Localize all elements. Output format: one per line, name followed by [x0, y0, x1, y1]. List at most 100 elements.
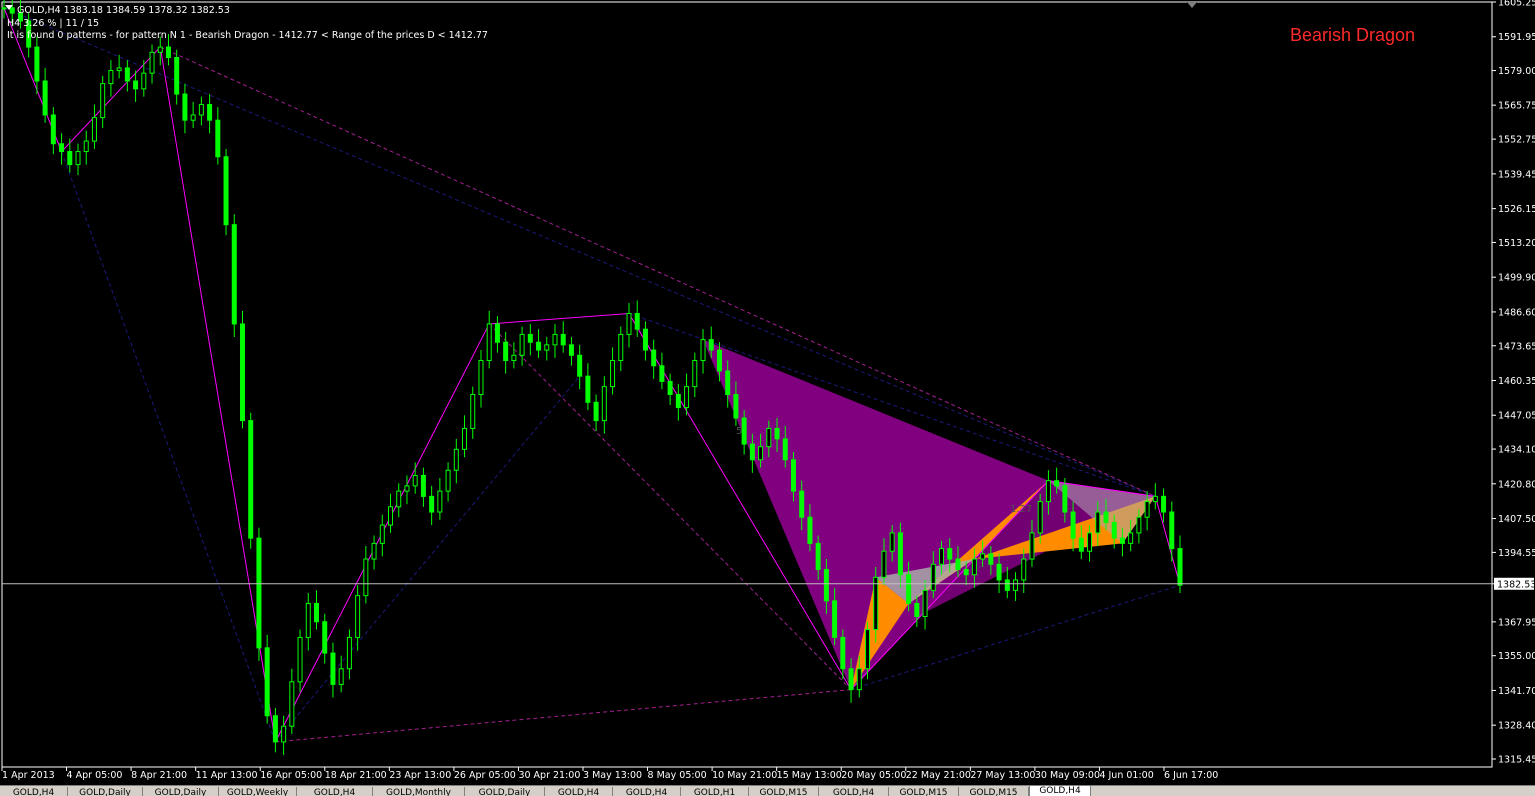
- chart-shift-marker-icon[interactable]: [1187, 2, 1197, 8]
- candle-body: [1128, 532, 1134, 544]
- candle-body: [346, 636, 352, 670]
- x-tick-label: 4 Apr 05:00: [67, 770, 123, 781]
- chart-menu-arrow-icon[interactable]: [5, 5, 13, 10]
- candle-body: [1177, 548, 1183, 586]
- candle-body: [610, 360, 616, 388]
- y-tick-label: 1420.80: [1498, 479, 1535, 490]
- x-tick-label: 4 Jun 01:00: [1099, 770, 1153, 781]
- candle-body: [568, 344, 574, 356]
- x-tick-label: 27 May 13:00: [970, 770, 1035, 781]
- candle-body: [1078, 537, 1084, 552]
- chart-tab[interactable]: GOLD,H4: [1029, 786, 1091, 796]
- candle-body: [42, 80, 48, 116]
- candle-body: [733, 393, 739, 419]
- y-tick-label: 1341.70: [1498, 686, 1535, 697]
- candle-body: [856, 668, 862, 691]
- indicator-info: H4 3.26 % | 11 / 15: [7, 18, 100, 29]
- candle-body: [50, 114, 56, 145]
- candle-body: [133, 80, 139, 90]
- candle-body: [59, 143, 65, 153]
- candle-body: [996, 563, 1002, 581]
- candle-body: [749, 443, 755, 461]
- candle-body: [223, 156, 229, 226]
- candle-body: [799, 490, 805, 518]
- y-tick-label: 1407.50: [1498, 514, 1535, 525]
- candle-body: [1013, 579, 1019, 591]
- candle-body: [930, 563, 936, 591]
- candle-body: [971, 558, 977, 576]
- candle-body: [585, 375, 591, 403]
- candle-body: [527, 333, 533, 343]
- candle-body: [626, 312, 632, 335]
- candle-body: [470, 393, 476, 429]
- chart-area[interactable]: 5 1.27 1605.25 1591.95 1579.00 1565.75 1552.75…: [0, 0, 1535, 785]
- candle-body: [692, 360, 698, 388]
- candle-body: [453, 448, 459, 471]
- candle-body: [832, 600, 838, 638]
- y-tick-label: 1499.90: [1498, 273, 1535, 284]
- y-tick-label: 1539.45: [1498, 169, 1535, 180]
- candle-body: [947, 548, 953, 560]
- candle-body: [1111, 521, 1117, 539]
- candle-body: [667, 380, 673, 395]
- y-tick-label: 1473.65: [1498, 341, 1535, 352]
- candle-body: [338, 668, 344, 685]
- candle-body: [906, 574, 912, 604]
- candle-body: [1161, 495, 1167, 513]
- x-tick-label: 16 Apr 05:00: [260, 770, 322, 781]
- candle-body: [511, 354, 517, 362]
- y-tick-label: 1486.60: [1498, 307, 1535, 318]
- candle-body: [758, 446, 764, 461]
- x-tick-label: 20 May 05:00: [841, 770, 906, 781]
- candle-body: [215, 119, 221, 158]
- candle-body: [396, 490, 402, 508]
- candle-body: [823, 568, 829, 602]
- candle-body: [700, 339, 706, 362]
- candle-body: [716, 349, 722, 372]
- candle-body: [404, 485, 410, 492]
- pattern-point-label: 1.27: [1010, 504, 1032, 515]
- price-chart[interactable]: 5 1.27 1605.25 1591.95 1579.00 1565.75 1552.75…: [0, 0, 1535, 785]
- candle-body: [108, 70, 114, 85]
- y-tick-label: 1434.10: [1498, 445, 1535, 456]
- candle-body: [593, 401, 599, 422]
- guide-line-top-purple: [160, 46, 1156, 497]
- candle-body: [322, 621, 328, 654]
- candle-body: [552, 333, 558, 346]
- candle-body: [445, 469, 451, 492]
- candle-body: [67, 151, 73, 166]
- y-tick-label: 1513.20: [1498, 238, 1535, 249]
- candle-body: [560, 333, 566, 346]
- candle-body: [371, 542, 377, 560]
- candle-body: [1136, 516, 1142, 534]
- candle-body: [289, 681, 295, 727]
- candle-body: [305, 602, 311, 638]
- candle-body: [248, 420, 254, 539]
- y-tick-label: 1447.05: [1498, 411, 1535, 422]
- candle-body: [675, 393, 681, 409]
- candle-body: [1087, 532, 1093, 552]
- candle-body: [848, 668, 854, 691]
- candle-body: [1119, 537, 1125, 544]
- candle-body: [1070, 511, 1076, 539]
- x-tick-label: 10 May 21:00: [712, 770, 777, 781]
- candle-body: [388, 506, 394, 526]
- candle-body: [462, 427, 468, 450]
- candle-body: [651, 349, 657, 367]
- candle-body: [190, 114, 196, 121]
- x-tick-label: 22 May 21:00: [906, 770, 971, 781]
- candle-body: [601, 386, 607, 422]
- candle-body: [873, 576, 879, 631]
- candle-body: [725, 370, 731, 395]
- candle-body: [256, 537, 262, 649]
- x-tick-label: 26 Apr 05:00: [454, 770, 516, 781]
- candle-body: [939, 548, 945, 565]
- x-tick-label: 1 Apr 2013: [2, 770, 55, 781]
- current-price-label: 1382.53: [1497, 579, 1535, 590]
- x-tick-label: 11 Apr 13:00: [196, 770, 258, 781]
- y-tick-label: 1355.00: [1498, 651, 1535, 662]
- candle-body: [1021, 558, 1027, 581]
- y-tick-label: 1394.55: [1498, 548, 1535, 559]
- candle-body: [83, 140, 89, 153]
- candle-body: [922, 589, 928, 618]
